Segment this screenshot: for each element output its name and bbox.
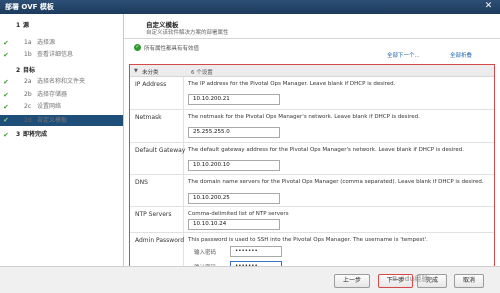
property-name: Admin Password: [135, 237, 185, 244]
property-row-ntp-servers: NTP Servers Comma-delimited list of NTP …: [130, 207, 494, 233]
step-number: 1a: [24, 39, 32, 46]
checkmark-icon: ✔: [3, 116, 9, 124]
property-name: IP Address: [135, 81, 167, 88]
watermark-logo: Baidu经验: [392, 275, 429, 283]
step-label: 选择名称和文件夹: [37, 78, 86, 85]
checkmark-icon: ✔: [3, 131, 9, 139]
title-bar: 部署 OVF 模板 ✕: [0, 0, 500, 14]
password-input[interactable]: •••••••: [230, 246, 282, 257]
dns-input[interactable]: 10.10.200.25: [188, 193, 280, 204]
property-row-netmask: Netmask The netmask for the Pivotal Ops …: [130, 110, 494, 143]
property-name: DNS: [135, 179, 148, 186]
property-name: Default Gateway: [135, 147, 186, 154]
step-number: 3: [16, 131, 21, 138]
validation-notice: 所有属性都具有有效值: [144, 46, 200, 52]
collapse-all-link[interactable]: 全部折叠: [450, 51, 472, 59]
window-title: 部署 OVF 模板: [5, 3, 54, 11]
ip-address-input[interactable]: 10.10.200.21: [188, 94, 280, 105]
netmask-input[interactable]: 25.255.255.0: [188, 127, 280, 138]
category-count: 6 个设置: [191, 70, 213, 76]
step-number: 1b: [24, 51, 32, 58]
checkmark-icon: ✔: [3, 103, 9, 111]
property-description: This password is used to SSH into the Pi…: [188, 237, 428, 243]
property-row-dns: DNS The domain name servers for the Pivo…: [130, 175, 494, 207]
step-label: 设置网络: [37, 103, 62, 110]
valid-status-icon: ✓: [134, 44, 141, 51]
next-all-link[interactable]: 全部下一个...: [387, 51, 420, 59]
step-2-destination[interactable]: 2 目标: [0, 66, 123, 76]
step-label: 选择源: [37, 39, 56, 46]
step-3-ready-to-complete[interactable]: ✔ 3 即将完成: [0, 130, 123, 140]
checkmark-icon: ✔: [3, 39, 9, 47]
step-label: 源: [23, 22, 30, 29]
step-label: 自定义模板: [37, 117, 68, 124]
steps-sidebar: 1 源 ✔ 1a 选择源 ✔ 1b 查看详细信息 2 目标 ✔ 2a 选择名称和…: [0, 14, 124, 266]
step-2a-name-folder[interactable]: ✔ 2a 选择名称和文件夹: [0, 77, 123, 87]
step-1b-review-details[interactable]: ✔ 1b 查看详细信息: [0, 50, 123, 60]
divider: [124, 38, 500, 39]
step-number: 2: [16, 67, 21, 74]
properties-panel: ▼ 未分类 6 个设置 IP Address The IP address fo…: [129, 64, 495, 278]
step-2d-customize-template[interactable]: ✔ 2d 自定义模板: [0, 115, 123, 126]
step-label: 即将完成: [23, 131, 48, 138]
step-number: 2b: [24, 91, 32, 98]
step-2b-storage[interactable]: ✔ 2b 选择存储器: [0, 90, 123, 100]
property-name: NTP Servers: [135, 211, 172, 218]
checkmark-icon: ✔: [3, 91, 9, 99]
step-1a-select-source[interactable]: ✔ 1a 选择源: [0, 38, 123, 48]
step-number: 2a: [24, 78, 32, 85]
back-button[interactable]: 上一步: [334, 274, 370, 288]
checkmark-icon: ✔: [3, 51, 9, 59]
ntp-servers-input[interactable]: 10.10.10.24: [188, 219, 280, 230]
property-description: The domain name servers for the Pivotal …: [188, 179, 484, 185]
property-description: The default gateway address for the Pivo…: [188, 147, 465, 153]
checkmark-icon: ✔: [3, 78, 9, 86]
default-gateway-input[interactable]: 10.10.200.10: [188, 160, 280, 171]
step-label: 选择存储器: [37, 91, 68, 98]
category-name: 未分类: [142, 70, 159, 76]
main-content: 自定义模板 自定义该软件解决方案的部署属性 ✓ 所有属性都具有有效值 全部下一个…: [124, 14, 500, 278]
step-label: 目标: [23, 67, 36, 74]
step-number: 2d: [24, 117, 32, 124]
step-label: 查看详细信息: [37, 51, 74, 58]
step-number: 2c: [24, 103, 32, 110]
category-header[interactable]: ▼ 未分类 6 个设置: [130, 65, 494, 77]
property-description: The IP address for the Pivotal Ops Manag…: [188, 81, 396, 87]
step-number: 1: [16, 22, 21, 29]
step-1-source[interactable]: 1 源: [0, 21, 123, 31]
property-row-default-gateway: Default Gateway The default gateway addr…: [130, 143, 494, 175]
property-description: The netmask for the Pivotal Ops Manager'…: [188, 114, 420, 120]
property-description: Comma-delimited list of NTP servers: [188, 211, 289, 217]
property-name: Netmask: [135, 114, 162, 121]
close-icon[interactable]: ✕: [483, 1, 494, 12]
cancel-button[interactable]: 取消: [454, 274, 484, 288]
enter-password-label: 输入密码: [194, 250, 217, 256]
step-2c-networks[interactable]: ✔ 2c 设置网络: [0, 102, 123, 112]
page-subtitle: 自定义该软件解决方案的部署属性: [146, 30, 229, 36]
chevron-down-icon[interactable]: ▼: [134, 68, 138, 74]
property-row-ip-address: IP Address The IP address for the Pivota…: [130, 77, 494, 110]
